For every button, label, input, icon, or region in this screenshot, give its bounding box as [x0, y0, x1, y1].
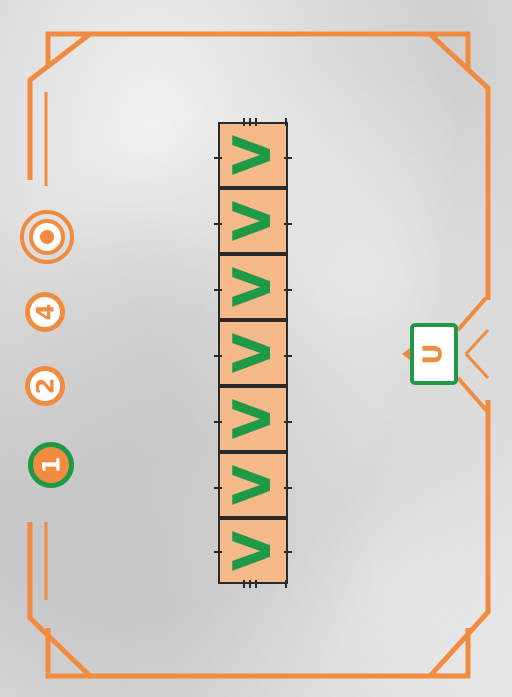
side-card-symbol: U [419, 343, 449, 365]
side-card[interactable]: U [410, 323, 458, 385]
